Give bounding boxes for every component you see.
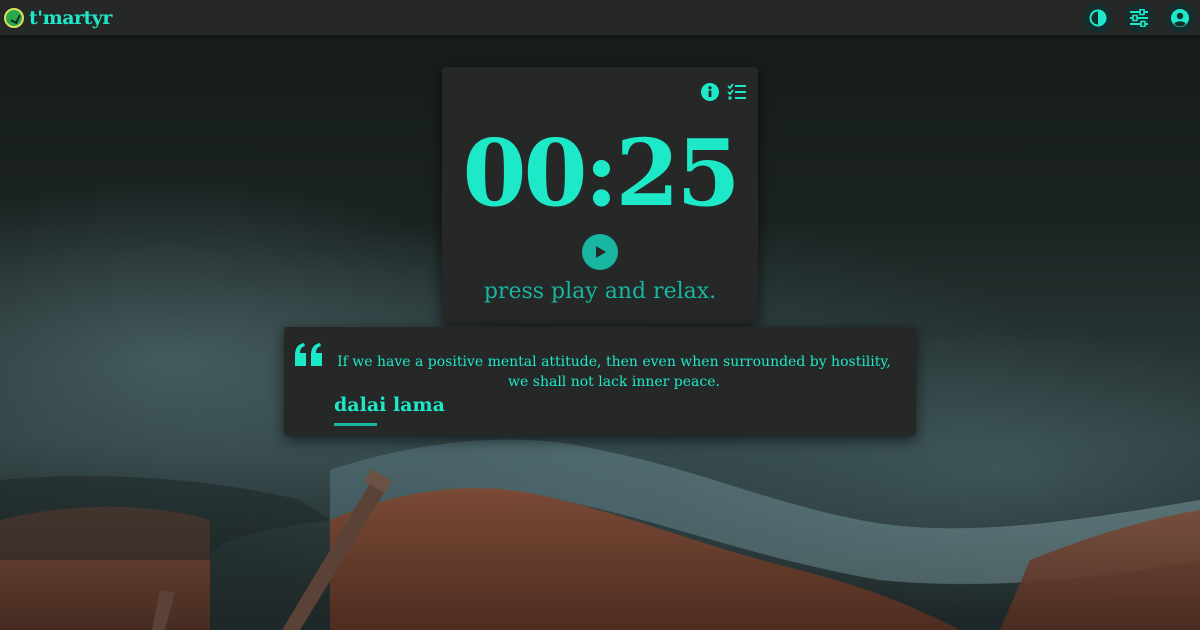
user-account-icon [1171,9,1189,27]
info-icon[interactable] [700,82,720,102]
clock-logo-icon [4,8,24,28]
quote-card: If we have a positive mental attitude, t… [284,327,916,436]
brand-name: t'martyr [29,7,112,29]
play-button[interactable] [582,234,618,270]
user-account-button[interactable] [1165,3,1195,33]
settings-sliders-icon [1130,9,1148,27]
quote-author: dalai lama [334,394,445,416]
theme-toggle-button[interactable] [1083,3,1113,33]
author-underline [334,423,377,426]
theme-contrast-icon [1089,9,1107,27]
settings-button[interactable] [1124,3,1154,33]
timer-message: press play and relax. [483,279,717,304]
brand-logo-link[interactable]: t'martyr [4,6,112,30]
task-checklist-icon[interactable] [727,82,747,102]
quote-text: If we have a positive mental attitude, t… [337,354,891,390]
timer-display: 00:25 [462,119,740,227]
timer-card: 00:25 press play and relax. [442,67,758,323]
play-icon [596,246,606,258]
quote-mark-icon [295,343,322,366]
top-navbar: t'martyr [0,0,1200,35]
